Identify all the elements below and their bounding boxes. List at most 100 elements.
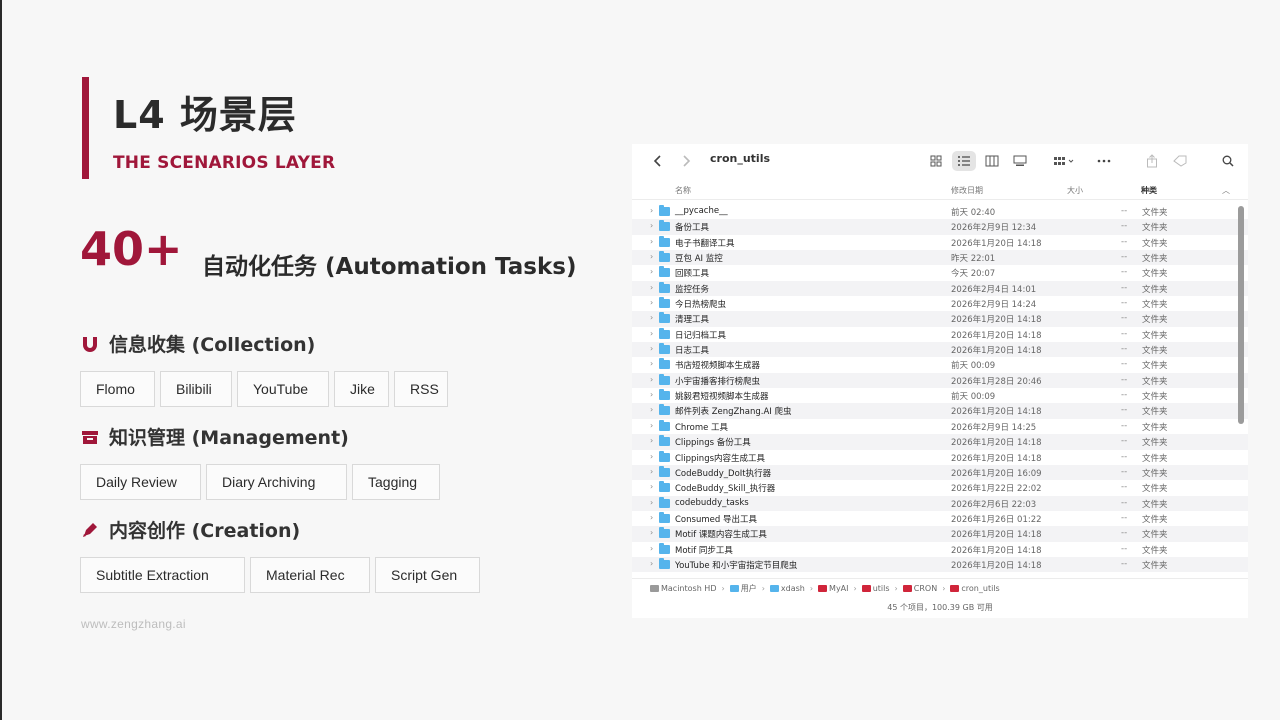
icon-view-icon[interactable] (924, 151, 948, 171)
file-row[interactable]: › 邮件列表 ZengZhang.AI 爬虫 2026年1月20日 14:18 -- 文… (632, 403, 1248, 419)
file-row[interactable]: › 今日热榜爬虫 2026年2月9日 14:24 -- 文件夹 (632, 296, 1248, 311)
folder-icon (659, 251, 670, 263)
forward-icon[interactable] (678, 151, 694, 171)
disclosure-chevron-icon[interactable]: › (650, 421, 653, 430)
file-row[interactable]: › codebuddy_tasks 2026年2月6日 22:03 -- 文件夹 (632, 495, 1248, 511)
section-creation: 内容创作 (Creation) (80, 516, 300, 543)
file-row[interactable]: › 小宇宙播客排行榜爬虫 2026年1月28日 20:46 -- 文件夹 (632, 372, 1248, 389)
disclosure-chevron-icon[interactable]: › (650, 513, 653, 522)
disclosure-chevron-icon[interactable]: › (650, 528, 653, 537)
disclosure-chevron-icon[interactable]: › (650, 267, 653, 276)
file-date: 前天 00:09 (951, 392, 996, 403)
file-size: -- (1121, 558, 1128, 569)
path-item[interactable]: cron_utils (950, 584, 1000, 593)
disclosure-chevron-icon[interactable]: › (650, 559, 653, 568)
path-item[interactable]: MyAI (818, 584, 849, 593)
path-label: utils (872, 584, 890, 593)
file-date: 前天 00:09 (951, 361, 996, 372)
file-row[interactable]: › Clippings 备份工具 2026年1月20日 14:18 -- 文件夹 (632, 434, 1248, 450)
tag-youtube: YouTube (237, 371, 329, 407)
disclosure-chevron-icon[interactable]: › (650, 252, 653, 261)
vertical-scrollbar[interactable] (1238, 206, 1244, 424)
file-date: 2026年1月20日 14:18 (951, 545, 1042, 556)
folder-icon (659, 235, 670, 247)
col-date[interactable]: 修改日期 (951, 185, 983, 196)
file-kind: 文件夹 (1142, 269, 1168, 280)
footer-url: www.zengzhang.ai (81, 617, 186, 631)
file-size: -- (1121, 528, 1128, 539)
disclosure-chevron-icon[interactable]: › (650, 436, 653, 445)
col-name[interactable]: 名称 (675, 185, 691, 196)
disclosure-chevron-icon[interactable]: › (650, 482, 653, 491)
file-row[interactable]: › CodeBuddy_DoIt执行器 2026年1月20日 16:09 -- 文件夹 (632, 464, 1248, 481)
file-name: 清理工具 (675, 315, 710, 326)
file-row[interactable]: › YouTube 和小宇宙指定节目爬虫 2026年1月20日 14:18 -- 文件夹 (632, 556, 1248, 573)
path-item[interactable]: xdash (769, 584, 805, 593)
search-icon[interactable] (1216, 151, 1240, 171)
file-row[interactable]: › 日记归档工具 2026年1月20日 14:18 -- 文件夹 (632, 327, 1248, 342)
file-row[interactable]: › 备份工具 2026年2月9日 12:34 -- 文件夹 (632, 219, 1248, 235)
path-item[interactable]: Macintosh HD (650, 584, 716, 593)
disclosure-chevron-icon[interactable]: › (650, 344, 653, 353)
column-view-icon[interactable] (980, 151, 1004, 171)
file-row[interactable]: › Motif 同步工具 2026年1月20日 14:18 -- 文件夹 (632, 542, 1248, 557)
file-kind: 文件夹 (1142, 499, 1168, 510)
disclosure-chevron-icon[interactable]: › (650, 390, 653, 399)
col-size[interactable]: 大小 (1067, 185, 1083, 196)
disclosure-chevron-icon[interactable]: › (650, 405, 653, 414)
file-row[interactable]: › 日志工具 2026年1月20日 14:18 -- 文件夹 (632, 342, 1248, 358)
file-name: YouTube 和小宇宙指定节目爬虫 (675, 560, 798, 571)
file-size: -- (1121, 543, 1128, 554)
file-row[interactable]: › 回顾工具 今天 20:07 -- 文件夹 (632, 265, 1248, 280)
folder-icon (659, 205, 670, 216)
section-title: 内容创作 (Creation) (109, 520, 301, 542)
file-row[interactable]: › Chrome 工具 2026年2月9日 14:25 -- 文件夹 (632, 419, 1248, 434)
disclosure-chevron-icon[interactable]: › (650, 313, 653, 322)
disclosure-chevron-icon[interactable]: › (650, 221, 653, 230)
gallery-view-icon[interactable] (1008, 151, 1032, 171)
file-row[interactable]: › __pycache__ 前天 02:40 -- 文件夹 (632, 204, 1248, 219)
disclosure-chevron-icon[interactable]: › (650, 298, 653, 307)
frame-edge (0, 0, 2, 720)
more-actions-icon[interactable] (1092, 151, 1116, 171)
back-icon[interactable] (650, 151, 666, 171)
disclosure-chevron-icon[interactable]: › (650, 237, 653, 246)
file-size: -- (1121, 313, 1128, 324)
share-icon[interactable] (1140, 151, 1164, 171)
path-item[interactable]: CRON (902, 584, 937, 593)
file-date: 昨天 22:01 (951, 254, 996, 265)
group-menu-icon[interactable] (1050, 151, 1080, 171)
disclosure-chevron-icon[interactable]: › (650, 467, 653, 476)
file-row[interactable]: › 电子书翻译工具 2026年1月20日 14:18 -- 文件夹 (632, 235, 1248, 250)
disclosure-chevron-icon[interactable]: › (650, 329, 653, 338)
folder-icon (659, 312, 670, 324)
file-row[interactable]: › 姚毅君短视频脚本生成器 前天 00:09 -- 文件夹 (632, 388, 1248, 403)
list-view-icon[interactable] (952, 151, 976, 171)
management-tags: Daily Review Diary Archiving Tagging (80, 464, 440, 500)
file-row[interactable]: › CodeBuddy_Skill_执行器 2026年1月22日 22:02 -- 文件… (632, 480, 1248, 495)
path-item[interactable]: 用户 (729, 583, 757, 594)
file-row[interactable]: › 豆包 AI 监控 昨天 22:01 -- 文件夹 (632, 250, 1248, 266)
file-row[interactable]: › Consumed 导出工具 2026年1月26日 01:22 -- 文件夹 (632, 511, 1248, 526)
disclosure-chevron-icon[interactable]: › (650, 452, 653, 461)
disclosure-chevron-icon[interactable]: › (650, 206, 653, 215)
file-row[interactable]: › 监控任务 2026年2月4日 14:01 -- 文件夹 (632, 280, 1248, 297)
disclosure-chevron-icon[interactable]: › (650, 544, 653, 553)
file-size: -- (1121, 420, 1128, 431)
file-row[interactable]: › 书店短视频脚本生成器 前天 00:09 -- 文件夹 (632, 357, 1248, 372)
file-date: 前天 02:40 (951, 208, 996, 218)
file-row[interactable]: › Clippings内容生成工具 2026年1月20日 14:18 -- 文件夹 (632, 450, 1248, 465)
disclosure-chevron-icon[interactable]: › (650, 498, 653, 507)
tag-tagging: Tagging (352, 464, 440, 500)
disclosure-chevron-icon[interactable]: › (650, 359, 653, 368)
disclosure-chevron-icon[interactable]: › (650, 375, 653, 384)
file-row[interactable]: › 清理工具 2026年1月20日 14:18 -- 文件夹 (632, 311, 1248, 327)
path-item[interactable]: utils (861, 584, 890, 593)
file-row[interactable]: › Motif 课题内容生成工具 2026年1月20日 14:18 -- 文件夹 (632, 526, 1248, 542)
col-kind[interactable]: 种类 (1141, 185, 1157, 196)
file-name: 邮件列表 ZengZhang.AI 爬虫 (675, 407, 792, 418)
tag-icon[interactable] (1168, 151, 1192, 171)
folder-icon (659, 373, 670, 385)
tag-script-gen: Script Gen (375, 557, 480, 593)
disclosure-chevron-icon[interactable]: › (650, 283, 653, 292)
